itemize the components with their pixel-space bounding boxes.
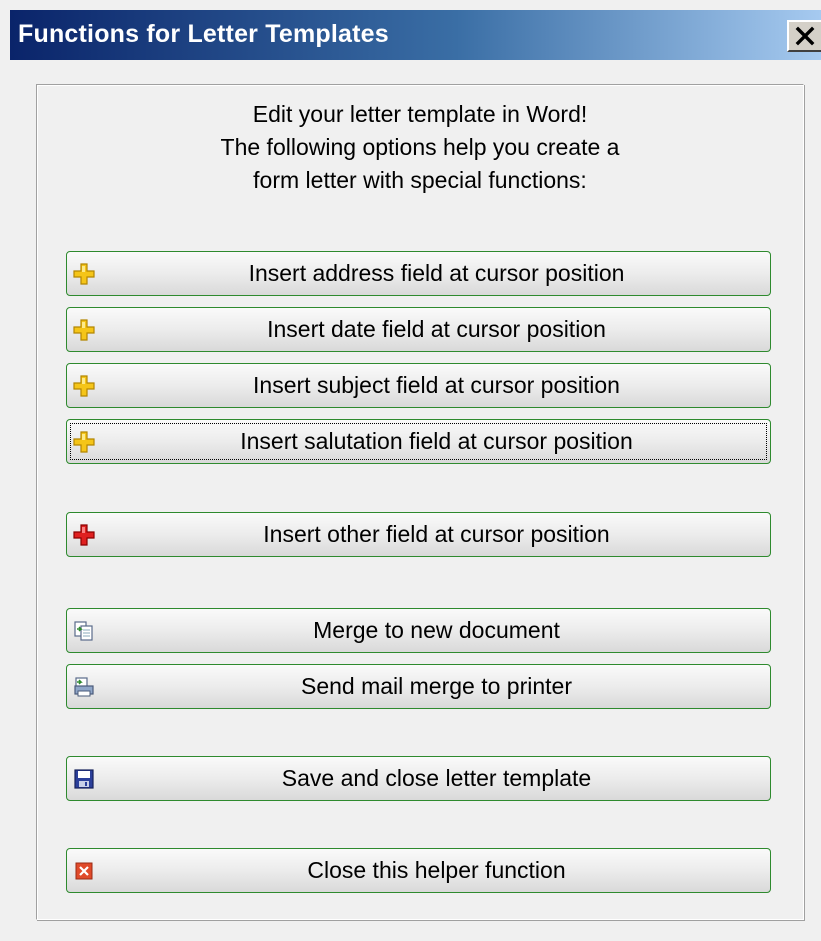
button-label: Send mail merge to printer [300,673,572,699]
red-plus-icon [73,524,95,546]
save-and-close-template-button[interactable]: Save and close letter template [66,756,771,801]
intro-text: Edit your letter template in Word! The f… [36,98,804,197]
button-label: Merge to new document [313,617,560,643]
red-x-icon [73,860,95,882]
floppy-disk-icon [73,768,95,790]
title-bar[interactable]: Functions for Letter Templates [10,10,821,60]
close-icon [795,26,815,46]
button-label: Insert other field at cursor position [263,521,610,547]
button-label: Close this helper function [307,857,566,883]
yellow-plus-icon [73,431,95,453]
button-label: Insert address field at cursor position [248,260,625,286]
yellow-plus-icon [73,319,95,341]
insert-subject-field-button[interactable]: Insert subject field at cursor position [66,363,771,408]
dialog-window: Functions for Letter Templates Edit your… [0,0,821,941]
merge-document-icon [73,620,95,642]
insert-salutation-field-button[interactable]: Insert salutation field at cursor positi… [66,419,771,464]
close-helper-function-button[interactable]: Close this helper function [66,848,771,893]
button-label: Insert date field at cursor position [267,316,606,342]
intro-line: Edit your letter template in Word! [252,101,588,127]
merge-to-new-document-button[interactable]: Merge to new document [66,608,771,653]
yellow-plus-icon [73,263,95,285]
button-label: Save and close letter template [281,765,592,791]
insert-date-field-button[interactable]: Insert date field at cursor position [66,307,771,352]
send-mail-merge-to-printer-button[interactable]: Send mail merge to printer [66,664,771,709]
insert-other-field-button[interactable]: Insert other field at cursor position [66,512,771,557]
window-title: Functions for Letter Templates [18,20,389,48]
yellow-plus-icon [73,375,95,397]
window-close-button[interactable] [787,20,821,52]
button-label: Insert subject field at cursor position [253,372,620,398]
insert-address-field-button[interactable]: Insert address field at cursor position [66,251,771,296]
intro-line: The following options help you create a [220,134,620,160]
print-merge-icon [73,676,95,698]
intro-line: form letter with special functions: [253,167,587,193]
button-label: Insert salutation field at cursor positi… [240,428,633,454]
